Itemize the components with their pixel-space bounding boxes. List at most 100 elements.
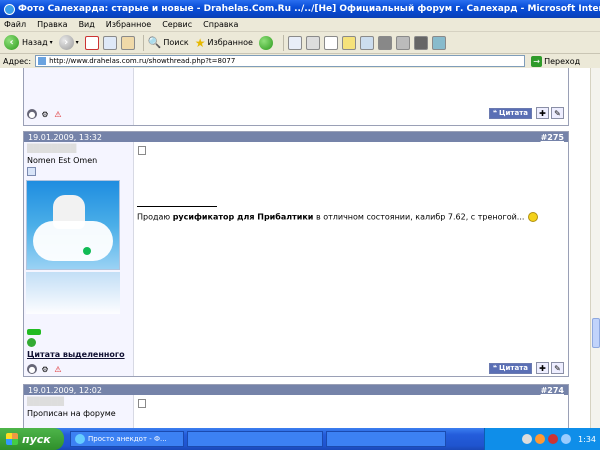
address-input[interactable]: http://www.drahelas.com.ru/showthread.ph…	[35, 55, 526, 67]
stop-icon[interactable]	[84, 35, 99, 50]
clock: 1:34	[578, 434, 596, 444]
forward-button[interactable]: › ▾	[58, 35, 79, 50]
back-button[interactable]: ‹ Назад ▾	[4, 35, 53, 50]
post-foot-icons: ● ⚙ ⚠	[27, 109, 66, 119]
search-button[interactable]: 🔍 Поиск	[148, 36, 189, 49]
report-icon[interactable]: ⚙	[40, 109, 50, 119]
menu-tools[interactable]: Сервис	[162, 20, 192, 29]
home-icon[interactable]	[120, 35, 135, 50]
volume-icon[interactable]	[561, 434, 572, 444]
post-274: 19.01.2009, 12:02 #274 ██████ Прописан н…	[23, 384, 569, 428]
post-sidebar: ● ⚙ ⚠	[24, 68, 134, 125]
post-text: Продаю русификатор для Прибалтики в отли…	[137, 212, 539, 222]
quote-label: Цитата	[499, 364, 528, 372]
user-title: Прописан на форуме	[27, 409, 116, 418]
go-label: Переход	[544, 56, 581, 66]
discuss-icon[interactable]	[359, 35, 374, 50]
reputation-icon	[27, 329, 41, 335]
address-label: Адрес:	[3, 56, 32, 66]
avatar-reflection	[26, 272, 120, 314]
post-header: 19.01.2009, 12:02 #274	[24, 385, 568, 395]
favorites-label: Избранное	[207, 38, 253, 47]
report-icon[interactable]: ⚙	[40, 364, 50, 374]
edit-button[interactable]: ✎	[551, 362, 564, 374]
search-label: Поиск	[163, 38, 189, 47]
system-tray: 1:34	[484, 428, 600, 450]
internet-explorer-icon	[75, 434, 85, 444]
address-url: http://www.drahelas.com.ru/showthread.ph…	[49, 57, 236, 65]
note-icon[interactable]	[341, 35, 356, 50]
edit-button[interactable]: ✎	[551, 107, 564, 119]
back-label: Назад	[22, 38, 48, 47]
back-arrow-icon: ‹	[4, 35, 19, 50]
refresh-icon[interactable]	[102, 35, 117, 50]
online-status-icon: ●	[27, 364, 37, 374]
mail-icon[interactable]	[287, 35, 302, 50]
start-button[interactable]: пуск	[0, 428, 64, 450]
user-link[interactable]: Цитата выделенного	[27, 350, 125, 359]
window-title: Фото Салехарда: старые и новые - Drahela…	[18, 4, 600, 14]
k-icon[interactable]	[377, 35, 392, 50]
page-content: ● ⚙ ⚠ ❝ Цитата ✚ ✎ 19.01.2009, 13:32 #27…	[0, 68, 590, 428]
post-sidebar: ██████ Прописан на форуме	[24, 395, 134, 428]
multiquote-button[interactable]: ✚	[536, 362, 549, 374]
go-button[interactable]: → Переход	[531, 55, 581, 67]
network-icon[interactable]	[522, 434, 533, 444]
post-main: ❝ Цитата ✚ ✎	[134, 68, 568, 125]
warning-icon[interactable]: ⚠	[53, 364, 63, 374]
post-275: 19.01.2009, 13:32 #275 ████████ Nomen Es…	[23, 131, 569, 377]
post-text-bold: русификатор для Прибалтики	[172, 212, 314, 222]
menu-edit[interactable]: Правка	[37, 20, 67, 29]
scroll-thumb[interactable]	[592, 318, 600, 348]
research-icon[interactable]	[395, 35, 410, 50]
quote-label: Цитата	[499, 109, 528, 117]
task-button-redacted[interactable]	[326, 431, 446, 447]
window-titlebar[interactable]: Фото Салехарда: старые и новые - Drahela…	[0, 0, 600, 18]
username-redacted[interactable]: ████████	[27, 144, 76, 153]
task-list: Просто анекдот - Ф...	[70, 431, 449, 447]
menu-file[interactable]: Файл	[4, 20, 26, 29]
username-redacted[interactable]: ██████	[27, 397, 64, 406]
quote-button[interactable]: ❝ Цитата	[488, 107, 532, 119]
post-previous: ● ⚙ ⚠ ❝ Цитата ✚ ✎	[23, 68, 569, 126]
post-foot-icons: ● ⚙ ⚠	[27, 364, 66, 374]
menu-view[interactable]: Вид	[79, 20, 95, 29]
messenger-icon[interactable]	[431, 35, 446, 50]
smiley-icon	[528, 212, 539, 222]
menu-help[interactable]: Справка	[203, 20, 238, 29]
film-icon[interactable]	[413, 35, 428, 50]
post-main	[134, 395, 568, 428]
multiquote-button[interactable]: ✚	[536, 107, 549, 119]
history-icon[interactable]	[258, 35, 273, 50]
post-number-link[interactable]: #275	[541, 133, 564, 142]
post-date: 19.01.2009, 13:32	[28, 132, 102, 142]
start-label: пуск	[22, 432, 51, 446]
post-number-link[interactable]: #274	[541, 386, 564, 395]
quote-icon: ❝	[492, 109, 498, 117]
quote-button[interactable]: ❝ Цитата	[488, 362, 532, 374]
menu-bar: Файл Правка Вид Избранное Сервис Справка	[0, 18, 600, 32]
task-button-redacted[interactable]	[187, 431, 323, 447]
award-icon	[27, 338, 36, 347]
star-icon: ★	[194, 35, 206, 50]
favorites-button[interactable]: ★ Избранное	[195, 36, 253, 50]
post-main: Продаю русификатор для Прибалтики в отли…	[134, 142, 568, 376]
task-button-ie[interactable]: Просто анекдот - Ф...	[70, 431, 184, 447]
vertical-scrollbar[interactable]	[590, 68, 600, 428]
search-icon: 🔍	[147, 36, 162, 49]
taskbar: пуск Просто анекдот - Ф... EN 1:34	[0, 428, 600, 450]
word-icon[interactable]	[323, 35, 338, 50]
post-header: 19.01.2009, 13:32 #275	[24, 132, 568, 142]
menu-favorites[interactable]: Избранное	[106, 20, 151, 29]
warning-icon[interactable]: ⚠	[53, 109, 63, 119]
k-icon[interactable]	[535, 434, 546, 444]
page-icon	[38, 57, 47, 65]
user-rank-icon	[27, 167, 36, 176]
signature-separator	[137, 206, 217, 207]
post-tools: ❝ Цитата ✚ ✎	[488, 107, 564, 119]
print-icon[interactable]	[305, 35, 320, 50]
antivirus-icon[interactable]	[548, 434, 559, 444]
internet-explorer-icon	[4, 3, 15, 15]
user-avatar	[26, 180, 120, 270]
online-status-icon: ●	[27, 109, 37, 119]
